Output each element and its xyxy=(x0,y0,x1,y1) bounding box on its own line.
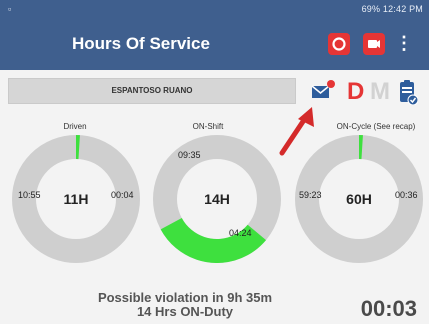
status-bar: ▫ 69% 12:42 PM xyxy=(0,0,429,20)
page-title: Hours Of Service xyxy=(72,34,210,53)
video-camera-icon[interactable] xyxy=(363,33,385,55)
m-status-label[interactable]: M xyxy=(370,78,390,106)
violation-line-2: 14 Hrs ON-Duty xyxy=(136,304,234,319)
driven-used-value: 00:04 xyxy=(111,190,134,200)
status-bar-right: 69% 12:42 PM xyxy=(361,4,423,14)
driven-center-value: 11H xyxy=(63,191,89,207)
on-cycle-used-value: 00:36 xyxy=(395,190,418,200)
violation-line-1: Possible violation in 9h 35m xyxy=(97,290,273,305)
driver-name: ESPANTOSO RUANO xyxy=(111,86,193,95)
on-shift-center-value: 14H xyxy=(204,191,230,207)
on-shift-used-value: 04:24 xyxy=(229,228,252,238)
unread-badge xyxy=(327,80,335,88)
overflow-menu-icon[interactable]: ⋮ xyxy=(395,33,413,54)
on-cycle-center-value: 60H xyxy=(346,191,372,207)
gauge-label-driven: Driven xyxy=(63,122,87,131)
app-bar: Hours Of Service ⋮ xyxy=(0,20,429,70)
lifebuoy-icon[interactable] xyxy=(328,33,350,55)
status-timer: 00:03 xyxy=(360,296,417,321)
gauge-label-on-cycle: ON-Cycle (See recap) xyxy=(336,122,416,131)
driver-name-bar[interactable]: ESPANTOSO RUANO xyxy=(8,78,296,104)
notification-icon: ▫ xyxy=(8,4,12,14)
clipboard-check-icon[interactable] xyxy=(398,79,418,105)
on-cycle-remaining-value: 59:23 xyxy=(299,190,322,200)
gauge-label-on-shift: ON-Shift xyxy=(192,122,224,131)
on-shift-remaining-value: 09:35 xyxy=(178,150,201,160)
driven-remaining-value: 10:55 xyxy=(18,190,41,200)
violation-message: Possible violation in 9h 35m 14 Hrs ON-D… xyxy=(60,291,310,319)
d-status-label[interactable]: D xyxy=(347,78,364,106)
